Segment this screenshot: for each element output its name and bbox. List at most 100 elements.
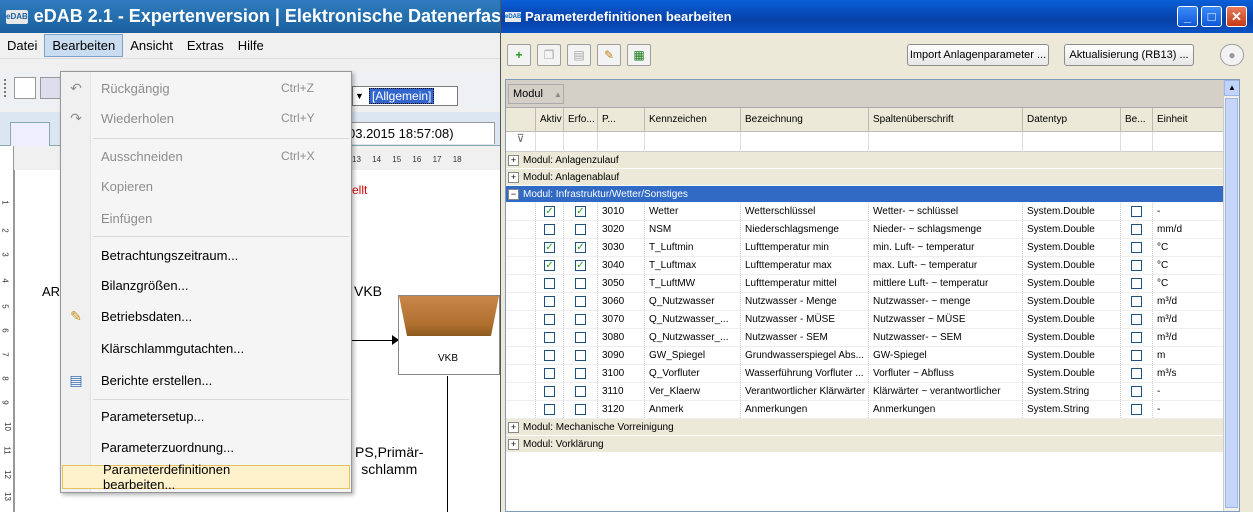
menu-item-cut[interactable]: Ausschneiden Ctrl+X (61, 144, 351, 168)
group-by-chip[interactable]: Modul ▲ (508, 84, 564, 104)
be-checkbox[interactable] (1131, 350, 1142, 361)
column-header-spaltenueberschrift[interactable]: Spaltenüberschrift (869, 108, 1023, 131)
table-row[interactable]: 3050 T_LuftMW Lufttemperatur mittel mittler… (506, 275, 1239, 293)
aktiv-checkbox[interactable]: ✓ (544, 206, 555, 217)
info-icon[interactable]: ● (1220, 44, 1244, 66)
expand-icon[interactable]: + (508, 438, 519, 450)
copy-icon[interactable]: ❐ (537, 44, 561, 66)
minimize-button[interactable]: _ (1177, 6, 1198, 27)
table-row[interactable]: ✓ ✓ 3040 T_Luftmax Lufttemperatur max max. Lu… (506, 257, 1239, 275)
group-row[interactable]: + Modul: Anlagenablauf (506, 169, 1239, 186)
table-row[interactable]: ✓ ✓ 3030 T_Luftmin Lufttemperatur min min. Lu… (506, 239, 1239, 257)
group-row[interactable]: − Modul: Infrastruktur/Wetter/Sonstiges (506, 186, 1239, 203)
menu-item-betriebsdaten[interactable]: ✎ Betriebsdaten... (61, 304, 351, 328)
aktiv-checkbox[interactable] (544, 314, 555, 325)
table-row[interactable]: 3020 NSM Niederschlagsmenge Nieder- ~ schla… (506, 221, 1239, 239)
be-checkbox[interactable] (1131, 206, 1142, 217)
vertical-scrollbar[interactable]: ▲ (1223, 80, 1239, 511)
be-checkbox[interactable] (1131, 242, 1142, 253)
aktiv-checkbox[interactable] (544, 386, 555, 397)
filter-cell[interactable] (1023, 132, 1121, 152)
column-header-be[interactable]: Be... (1121, 108, 1153, 131)
document-tab[interactable]: 03.2015 18:57:08) (345, 122, 495, 144)
erfo-checkbox[interactable]: ✓ (575, 260, 586, 271)
table-row[interactable]: 3110 Ver_Klaerw Verantwortlicher Klärwärte… (506, 383, 1239, 401)
be-checkbox[interactable] (1131, 278, 1142, 289)
menu-item-klaerschlammgutachten[interactable]: Klärschlammgutachten... (61, 336, 351, 360)
maximize-button[interactable]: □ (1201, 6, 1222, 27)
menu-item-paste[interactable]: Einfügen (61, 206, 351, 230)
be-checkbox[interactable] (1131, 314, 1142, 325)
aktiv-checkbox[interactable] (544, 404, 555, 415)
edit-icon[interactable]: ✎ (597, 44, 621, 66)
filter-cell[interactable] (869, 132, 1023, 152)
column-header-bezeichnung[interactable]: Bezeichnung (741, 108, 869, 131)
menu-extras[interactable]: Extras (180, 35, 231, 56)
menu-item-copy[interactable]: Kopieren (61, 174, 351, 198)
aktiv-checkbox[interactable] (544, 224, 555, 235)
group-row[interactable]: + Modul: Anlagenzulauf (506, 152, 1239, 169)
filter-cell[interactable] (645, 132, 741, 152)
close-button[interactable]: ✕ (1226, 6, 1247, 27)
be-checkbox[interactable] (1131, 386, 1142, 397)
filter-cell[interactable] (598, 132, 645, 152)
group-row[interactable]: + Modul: Mechanische Vorreinigung (506, 419, 1239, 436)
aktiv-checkbox[interactable] (544, 278, 555, 289)
table-row[interactable]: 3120 Anmerk Anmerkungen Anmerkungen System.S… (506, 401, 1239, 419)
menu-item-parameterdefinitionen[interactable]: Parameterdefinitionen bearbeiten... (62, 462, 350, 492)
filter-cell[interactable] (536, 132, 564, 152)
aktiv-checkbox[interactable]: ✓ (544, 260, 555, 271)
column-header-aktiv[interactable]: Aktiv (536, 108, 564, 131)
table-row[interactable]: 3090 GW_Spiegel Grundwasserspiegel Abs... G… (506, 347, 1239, 365)
vkb-tank-shape[interactable]: VKB (398, 295, 500, 375)
toolbar-grip[interactable] (4, 79, 7, 97)
expand-icon[interactable]: + (508, 421, 519, 433)
menu-datei[interactable]: Datei (0, 35, 44, 56)
be-checkbox[interactable] (1131, 296, 1142, 307)
delete-icon[interactable]: ▤ (567, 44, 591, 66)
aktiv-checkbox[interactable] (544, 368, 555, 379)
erfo-checkbox[interactable] (575, 404, 586, 415)
erfo-checkbox[interactable]: ✓ (575, 206, 586, 217)
menu-item-bilanzgroessen[interactable]: Bilanzgrößen... (61, 273, 351, 297)
add-icon[interactable]: + (507, 44, 531, 66)
be-checkbox[interactable] (1131, 260, 1142, 271)
scroll-up-icon[interactable]: ▲ (1224, 80, 1239, 96)
scrollbar-thumb[interactable] (1225, 98, 1238, 508)
document-tab-left[interactable] (10, 122, 50, 146)
toolbar-button[interactable] (40, 77, 62, 99)
filter-cell[interactable] (1153, 132, 1225, 152)
column-header-erfo[interactable]: Erfo... (564, 108, 598, 131)
menu-item-parametersetup[interactable]: Parametersetup... (61, 404, 351, 428)
expand-icon[interactable]: + (508, 154, 519, 166)
menu-item-redo[interactable]: ↷ Wiederholen Ctrl+Y (61, 106, 351, 130)
aktiv-checkbox[interactable] (544, 332, 555, 343)
erfo-checkbox[interactable] (575, 296, 586, 307)
erfo-checkbox[interactable] (575, 368, 586, 379)
table-row[interactable]: ✓ ✓ 3010 Wetter Wetterschlüssel Wetter- ~ sch… (506, 203, 1239, 221)
be-checkbox[interactable] (1131, 404, 1142, 415)
menu-item-parameterzuordnung[interactable]: Parameterzuordnung... (61, 435, 351, 459)
menu-bearbeiten[interactable]: Bearbeiten (44, 34, 124, 57)
expand-icon[interactable]: + (508, 171, 519, 183)
column-header-datentyp[interactable]: Datentyp (1023, 108, 1121, 131)
aktualisierung-button[interactable]: Aktualisierung (RB13) ... (1064, 44, 1194, 66)
group-row[interactable]: + Modul: Vorklärung (506, 436, 1239, 453)
filter-icon[interactable]: ⊽ (506, 132, 536, 152)
filter-cell[interactable] (741, 132, 869, 152)
table-row[interactable]: 3060 Q_Nutzwasser Nutzwasser - Menge Nutzwa… (506, 293, 1239, 311)
view-combo[interactable]: ▼ [Allgemein] (352, 86, 458, 106)
table-row[interactable]: 3080 Q_Nutzwasser_... Nutzwasser - SEM Nutz… (506, 329, 1239, 347)
erfo-checkbox[interactable] (575, 386, 586, 397)
erfo-checkbox[interactable]: ✓ (575, 242, 586, 253)
column-header-kennzeichen[interactable]: Kennzeichen (645, 108, 741, 131)
erfo-checkbox[interactable] (575, 278, 586, 289)
erfo-checkbox[interactable] (575, 314, 586, 325)
table-row[interactable]: 3070 Q_Nutzwasser_... Nutzwasser - MÜSE Nut… (506, 311, 1239, 329)
new-document-icon[interactable] (14, 77, 36, 99)
chevron-down-icon[interactable]: ▼ (355, 87, 364, 105)
aktiv-checkbox[interactable] (544, 296, 555, 307)
erfo-checkbox[interactable] (575, 224, 586, 235)
be-checkbox[interactable] (1131, 332, 1142, 343)
column-header-einheit[interactable]: Einheit (1153, 108, 1225, 131)
